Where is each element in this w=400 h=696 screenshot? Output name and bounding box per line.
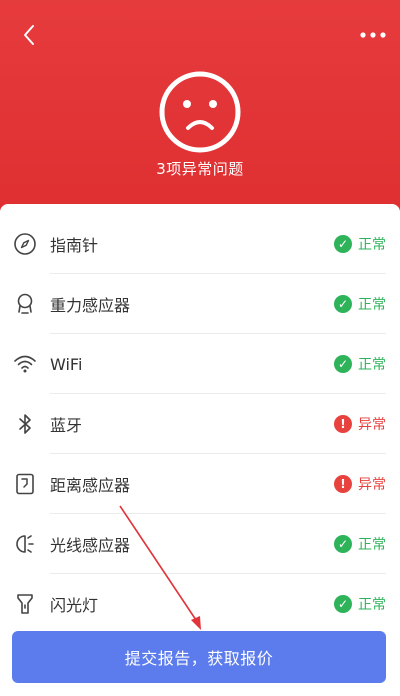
light-sensor-icon (12, 531, 38, 557)
compass-icon (12, 231, 38, 257)
chevron-left-icon (24, 25, 34, 45)
result-header: 3项异常问题 (0, 0, 400, 212)
item-label: 闪光灯 (50, 596, 99, 615)
more-button[interactable] (356, 20, 390, 50)
proximity-sensor-icon (12, 471, 38, 497)
status-badge: ! 异常 (334, 414, 386, 434)
check-icon: ✓ (334, 355, 352, 373)
list-item-compass[interactable]: 指南针 ✓ 正常 (0, 214, 400, 274)
list-item-bluetooth[interactable]: 蓝牙 ! 异常 (0, 394, 400, 454)
item-label: 距离感应器 (50, 476, 131, 495)
anomaly-summary: 3项异常问题 (156, 160, 244, 178)
item-label: WiFi (50, 354, 83, 374)
item-label: 重力感应器 (50, 296, 131, 315)
status-badge: ✓ 正常 (334, 354, 386, 374)
status-badge: ✓ 正常 (334, 594, 386, 614)
bluetooth-icon (12, 411, 38, 437)
check-icon: ✓ (334, 535, 352, 553)
gravity-sensor-icon (12, 291, 38, 317)
status-text: 正常 (358, 357, 386, 373)
alert-icon: ! (334, 475, 352, 493)
list-item-wifi[interactable]: WiFi ✓ 正常 (0, 334, 400, 394)
check-icon: ✓ (334, 595, 352, 613)
status-badge: ✓ 正常 (334, 534, 386, 554)
status-badge: ✓ 正常 (334, 234, 386, 254)
list-item-flashlight[interactable]: 闪光灯 ✓ 正常 (0, 574, 400, 634)
check-list: 指南针 ✓ 正常 重力感应器 ✓ 正常 WiFi ✓ 正常 蓝牙 ! 异常 距离… (0, 204, 400, 696)
status-text: 异常 (358, 417, 386, 433)
status-text: 异常 (358, 477, 386, 493)
item-label: 蓝牙 (50, 416, 83, 435)
submit-report-button[interactable]: 提交报告，获取报价 (12, 631, 386, 683)
more-dots-icon (360, 32, 386, 38)
screen: 3项异常问题 指南针 ✓ 正常 重力感应器 ✓ 正常 WiFi ✓ 正常 蓝牙 … (0, 0, 400, 696)
flashlight-icon (12, 591, 38, 617)
item-label: 指南针 (50, 236, 99, 255)
item-label: 光线感应器 (50, 536, 131, 555)
sad-face-icon (159, 71, 241, 153)
alert-icon: ! (334, 415, 352, 433)
wifi-icon (12, 351, 38, 377)
list-item-proximity-sensor[interactable]: 距离感应器 ! 异常 (0, 454, 400, 514)
status-text: 正常 (358, 237, 386, 253)
status-badge: ! 异常 (334, 474, 386, 494)
back-button[interactable] (14, 20, 44, 50)
status-text: 正常 (358, 537, 386, 553)
list-item-gravity-sensor[interactable]: 重力感应器 ✓ 正常 (0, 274, 400, 334)
status-text: 正常 (358, 297, 386, 313)
check-icon: ✓ (334, 235, 352, 253)
status-badge: ✓ 正常 (334, 294, 386, 314)
check-icon: ✓ (334, 295, 352, 313)
list-item-light-sensor[interactable]: 光线感应器 ✓ 正常 (0, 514, 400, 574)
status-text: 正常 (358, 597, 386, 613)
